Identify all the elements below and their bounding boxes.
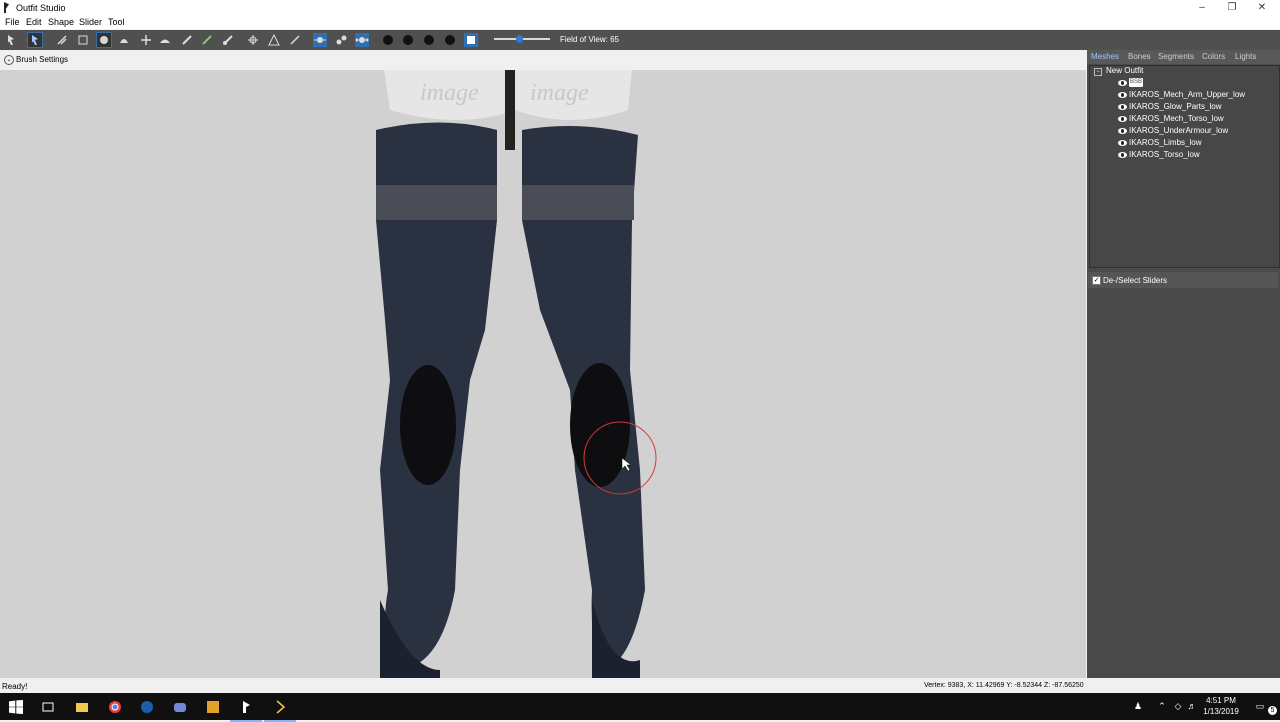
- alpha-brush-icon[interactable]: [221, 33, 235, 47]
- taskbar-chrome[interactable]: [99, 693, 131, 720]
- eye-icon[interactable]: [1118, 92, 1127, 98]
- taskbar-outfit-studio-2[interactable]: [264, 693, 296, 722]
- outfit-studio-icon: [276, 700, 286, 714]
- inflate-brush-icon[interactable]: [96, 32, 112, 48]
- folder-icon: [76, 703, 88, 712]
- brush-settings-expand-icon[interactable]: ⌄: [4, 55, 14, 65]
- tab-lights[interactable]: Lights: [1235, 52, 1256, 61]
- task-view-icon: [42, 702, 54, 712]
- task-view-button[interactable]: [32, 693, 64, 720]
- mesh-item[interactable]: IKAROS_Torso_low: [1129, 150, 1200, 159]
- app-icon: [207, 701, 219, 713]
- status-bar: [0, 679, 1280, 693]
- fov-label: Field of View: 65: [560, 35, 619, 44]
- chevron-up-icon[interactable]: ⌃: [1156, 700, 1168, 712]
- vertex-edit-icon[interactable]: [267, 33, 281, 47]
- left-view-icon[interactable]: [422, 33, 436, 47]
- right-view-icon[interactable]: [443, 33, 457, 47]
- xmirror-icon[interactable]: [313, 33, 327, 47]
- svg-text:image: image: [420, 80, 479, 106]
- taskbar-file-explorer[interactable]: [66, 693, 98, 720]
- eye-icon[interactable]: [1118, 140, 1127, 146]
- 3d-viewport[interactable]: image image: [0, 70, 1086, 678]
- eye-icon[interactable]: [1118, 152, 1127, 158]
- menu-tool[interactable]: Tool: [108, 17, 125, 27]
- taskbar-outfit-studio[interactable]: [230, 693, 262, 722]
- chrome-icon: [109, 701, 121, 713]
- connected-only-icon[interactable]: [334, 33, 348, 47]
- eye-icon[interactable]: [1118, 80, 1127, 86]
- people-icon[interactable]: ♟: [1132, 700, 1144, 712]
- tab-bones[interactable]: Bones: [1128, 52, 1151, 61]
- close-button[interactable]: ✕: [1246, 0, 1278, 15]
- menu-edit[interactable]: Edit: [26, 17, 42, 27]
- tab-colors[interactable]: Colors: [1202, 52, 1225, 61]
- mesh-item[interactable]: IKAROS_Glow_Parts_low: [1129, 102, 1221, 111]
- notification-badge: 5: [1268, 706, 1277, 715]
- global-brush-icon[interactable]: [355, 33, 369, 47]
- unmask-brush-icon[interactable]: [76, 33, 90, 47]
- selected-mesh-item[interactable]: BSB: [1129, 78, 1143, 87]
- tree-root-outfit[interactable]: New Outfit: [1106, 66, 1143, 75]
- mask-brush-icon[interactable]: [55, 33, 69, 47]
- minimize-button[interactable]: –: [1186, 0, 1218, 15]
- outfit-studio-icon: [243, 701, 250, 713]
- menu-slider[interactable]: Slider: [79, 17, 102, 27]
- brush-settings-label[interactable]: Brush Settings: [16, 55, 68, 64]
- window-title: Outfit Studio: [16, 3, 66, 13]
- start-button[interactable]: [0, 693, 32, 720]
- taskbar-discord[interactable]: [164, 693, 196, 720]
- clock-date: 1/13/2019: [1203, 707, 1239, 716]
- eye-icon[interactable]: [1118, 116, 1127, 122]
- taskbar-steam[interactable]: [131, 693, 163, 720]
- collapse-icon[interactable]: −: [1094, 68, 1102, 76]
- svg-text:image: image: [530, 80, 589, 106]
- tab-segments[interactable]: Segments: [1158, 52, 1194, 61]
- eye-icon[interactable]: [1118, 104, 1127, 110]
- network-icon[interactable]: ◇: [1172, 700, 1184, 712]
- fov-slider-thumb[interactable]: [516, 35, 523, 43]
- mesh-item[interactable]: IKAROS_UnderArmour_low: [1129, 126, 1228, 135]
- windows-icon: [9, 700, 23, 714]
- front-view-icon[interactable]: [381, 33, 395, 47]
- clock[interactable]: 4:51 PM 1/13/2019: [1196, 695, 1246, 717]
- color-brush-icon[interactable]: [200, 33, 214, 47]
- status-text: Ready!: [2, 682, 28, 691]
- deflate-brush-icon[interactable]: [117, 33, 131, 47]
- back-view-icon[interactable]: [401, 33, 415, 47]
- move-brush-icon[interactable]: [139, 33, 153, 47]
- tab-meshes[interactable]: Meshes: [1091, 52, 1119, 61]
- discord-icon: [174, 703, 186, 712]
- menu-file[interactable]: File: [5, 17, 20, 27]
- menu-shape[interactable]: Shape: [48, 17, 74, 27]
- select-sliders-checkbox[interactable]: ✓: [1092, 276, 1101, 285]
- title-bar: Outfit Studio – ❐ ✕: [0, 0, 1280, 15]
- select-sliders-label[interactable]: De-/Select Sliders: [1103, 276, 1167, 285]
- mesh-item[interactable]: IKAROS_Mech_Torso_low: [1129, 114, 1224, 123]
- brush-settings-bar: [0, 50, 1086, 69]
- eye-icon[interactable]: [1118, 128, 1127, 134]
- mesh-item[interactable]: IKAROS_Limbs_low: [1129, 138, 1201, 147]
- steam-icon: [141, 701, 153, 713]
- notification-icon[interactable]: ▭: [1254, 700, 1266, 712]
- pivot-tool-icon[interactable]: [246, 33, 260, 47]
- smooth-brush-icon[interactable]: [158, 33, 172, 47]
- select-tool-icon[interactable]: [4, 33, 18, 47]
- menu-bar: File Edit Shape Slider Tool: [0, 15, 1280, 29]
- restore-button[interactable]: ❐: [1216, 0, 1248, 15]
- vertex-readout: Vertex: 9383, X: 11.42969 Y: -8.52344 Z:…: [924, 682, 1084, 689]
- transform-tool-icon[interactable]: [27, 32, 43, 48]
- mesh-item[interactable]: IKAROS_Mech_Arm_Upper_low: [1129, 90, 1245, 99]
- perspective-view-icon[interactable]: [464, 33, 478, 47]
- outfit-model-render: image image: [376, 70, 657, 678]
- outfit-studio-icon: [4, 2, 9, 13]
- clock-time: 4:51 PM: [1206, 696, 1236, 705]
- collapse-vertex-icon[interactable]: [288, 33, 302, 47]
- taskbar-app[interactable]: [197, 693, 229, 720]
- weight-brush-icon[interactable]: [180, 33, 194, 47]
